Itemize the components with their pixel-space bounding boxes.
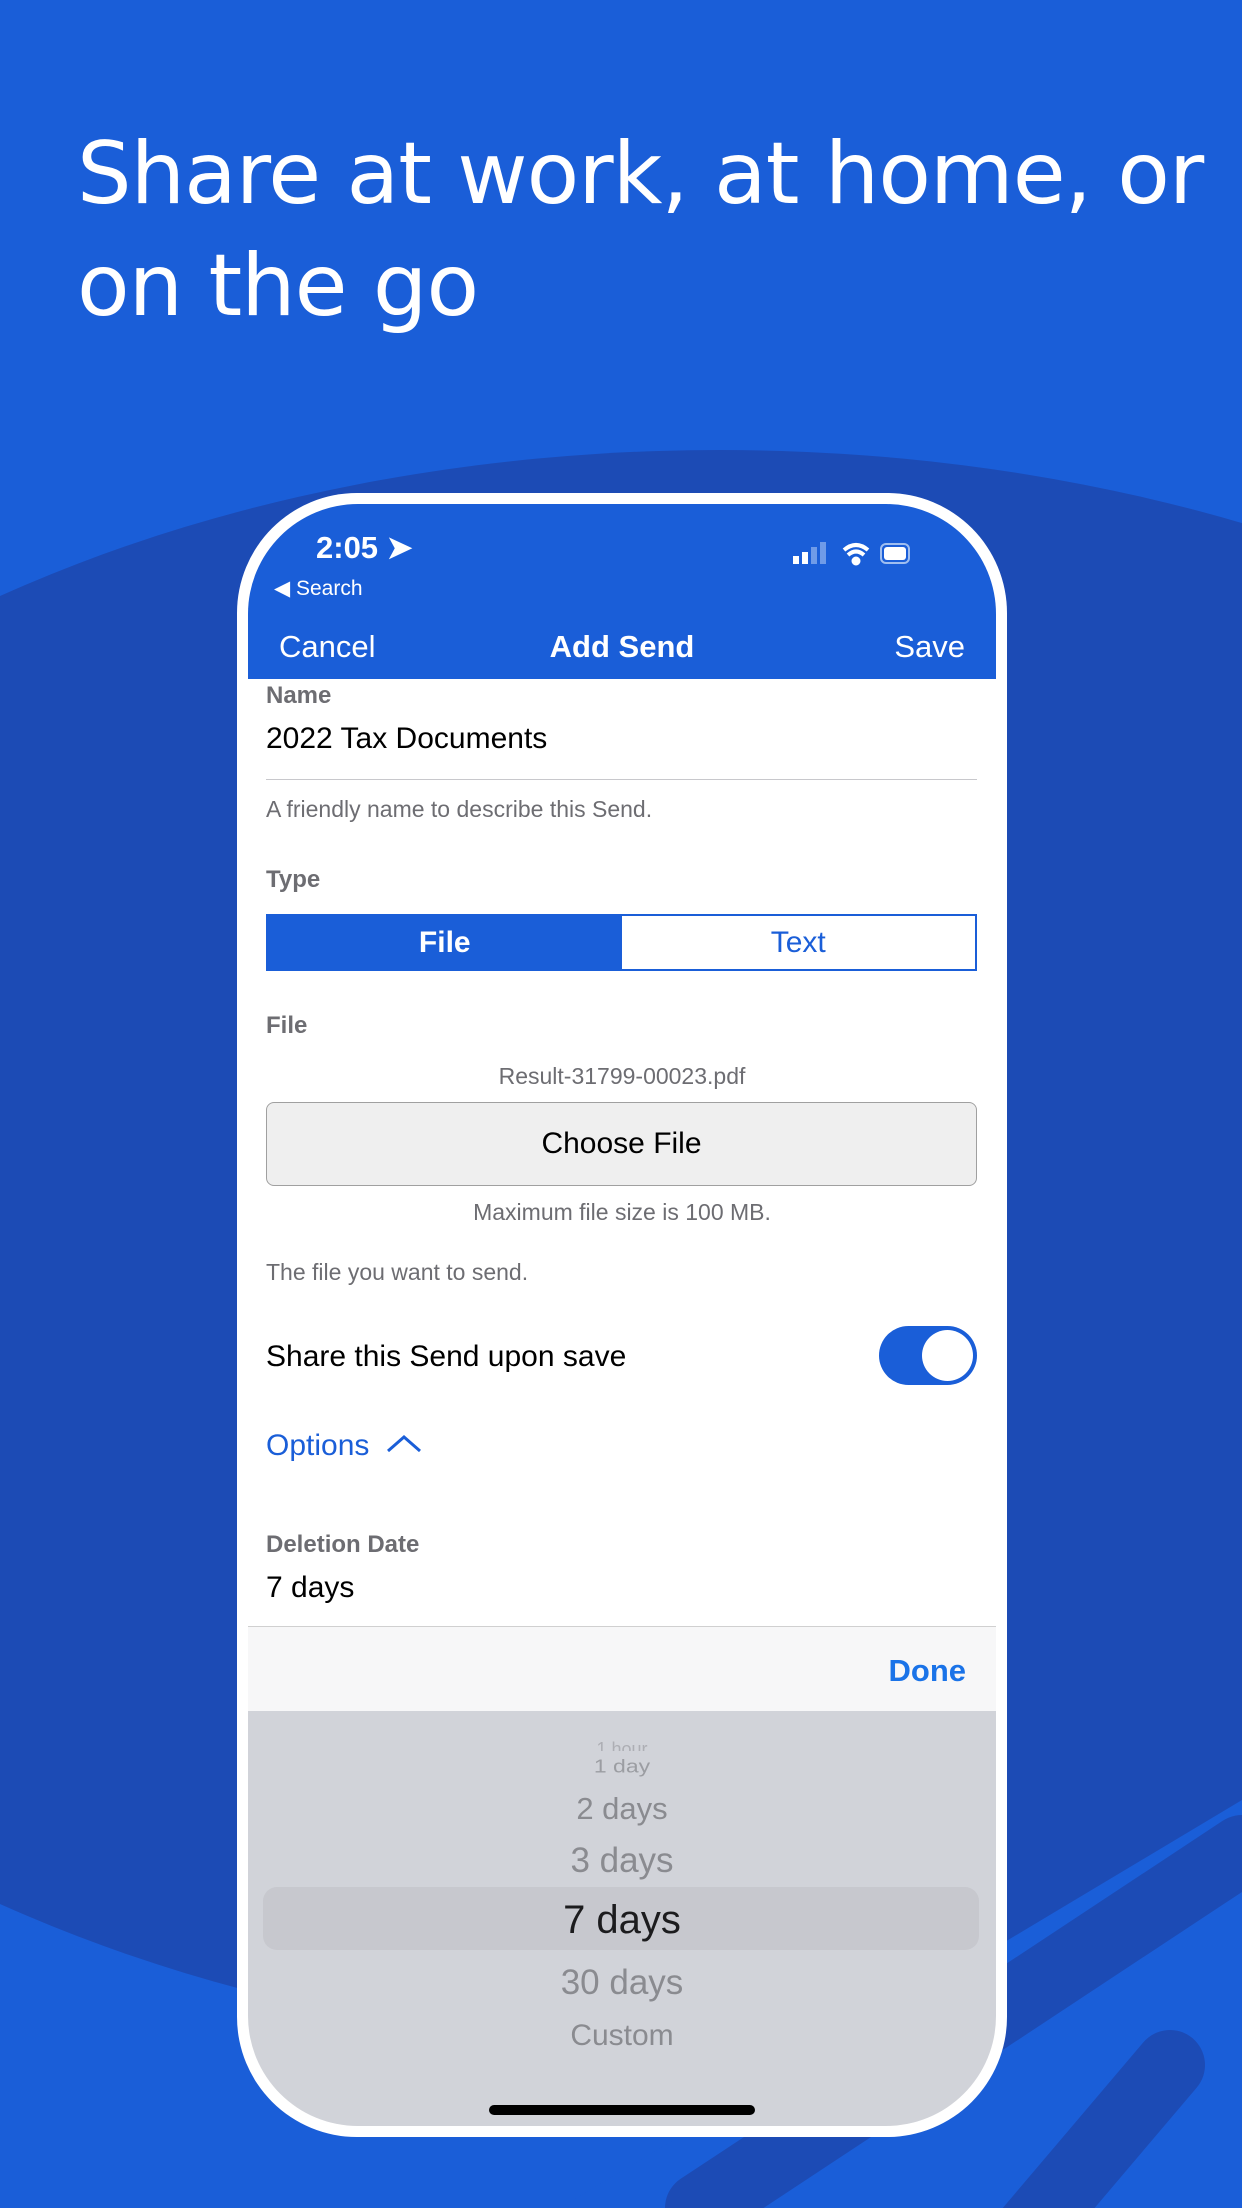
- max-size-note: Maximum file size is 100 MB.: [473, 1199, 771, 1225]
- page-title: Add Send: [549, 629, 695, 664]
- picker-item[interactable]: Custom: [248, 2019, 996, 2053]
- type-label: Type: [266, 866, 321, 893]
- signal-icon: [793, 542, 826, 564]
- selected-file-name: Result-31799-00023.pdf: [498, 1063, 746, 1089]
- deletion-date-field[interactable]: 7 days: [266, 1571, 354, 1605]
- status-icons: [793, 542, 910, 566]
- type-text-segment[interactable]: Text: [622, 916, 976, 969]
- home-indicator: [489, 2105, 755, 2115]
- name-help: A friendly name to describe this Send.: [266, 796, 653, 822]
- file-label: File: [266, 1012, 308, 1039]
- chevron-up-icon: [386, 1435, 421, 1453]
- done-button[interactable]: Done: [889, 1653, 967, 1689]
- type-file-segment[interactable]: File: [268, 916, 622, 969]
- status-time: 2:05 ➤: [316, 530, 413, 566]
- picker-item[interactable]: 2 days: [248, 1791, 996, 1827]
- phone-frame: 2:05 ➤ ◀ Search Cancel Add Send Save Nam…: [237, 493, 1007, 2137]
- picker-item[interactable]: 1 hour: [248, 1739, 996, 1751]
- location-arrow-icon: ➤: [386, 530, 413, 565]
- navigation-bar: 2:05 ➤ ◀ Search Cancel Add Send Save: [248, 504, 996, 679]
- type-segmented-control: File Text: [266, 914, 977, 971]
- toggle-knob: [922, 1330, 973, 1381]
- wifi-icon: [842, 543, 870, 566]
- picker-item[interactable]: 1 day: [248, 1756, 996, 1778]
- back-to-search-link[interactable]: ◀ Search: [274, 576, 363, 601]
- file-help: The file you want to send.: [266, 1259, 529, 1285]
- choose-file-button[interactable]: Choose File: [266, 1102, 977, 1186]
- battery-icon: [880, 543, 910, 564]
- phone-screen: 2:05 ➤ ◀ Search Cancel Add Send Save Nam…: [248, 504, 996, 2126]
- share-on-save-toggle[interactable]: [879, 1326, 977, 1385]
- deletion-date-label: Deletion Date: [266, 1531, 420, 1558]
- picker-item[interactable]: 3 days: [248, 1841, 996, 1881]
- picker-toolbar: Done: [248, 1626, 996, 1711]
- options-label: Options: [266, 1429, 370, 1462]
- options-toggle[interactable]: Options: [266, 1429, 422, 1463]
- headline: Share at work, at home, or on the go: [77, 124, 1204, 336]
- picker-item[interactable]: 30 days: [248, 1963, 996, 2003]
- save-button[interactable]: Save: [894, 629, 965, 665]
- time-text: 2:05: [316, 530, 379, 565]
- name-label: Name: [266, 682, 332, 709]
- deletion-date-picker[interactable]: 1 hour 1 day 2 days 3 days 7 days 30 day…: [248, 1711, 996, 2126]
- picker-item-selected[interactable]: 7 days: [248, 1898, 996, 1943]
- share-on-save-label: Share this Send upon save: [266, 1340, 627, 1373]
- name-input[interactable]: 2022 Tax Documents: [266, 722, 977, 780]
